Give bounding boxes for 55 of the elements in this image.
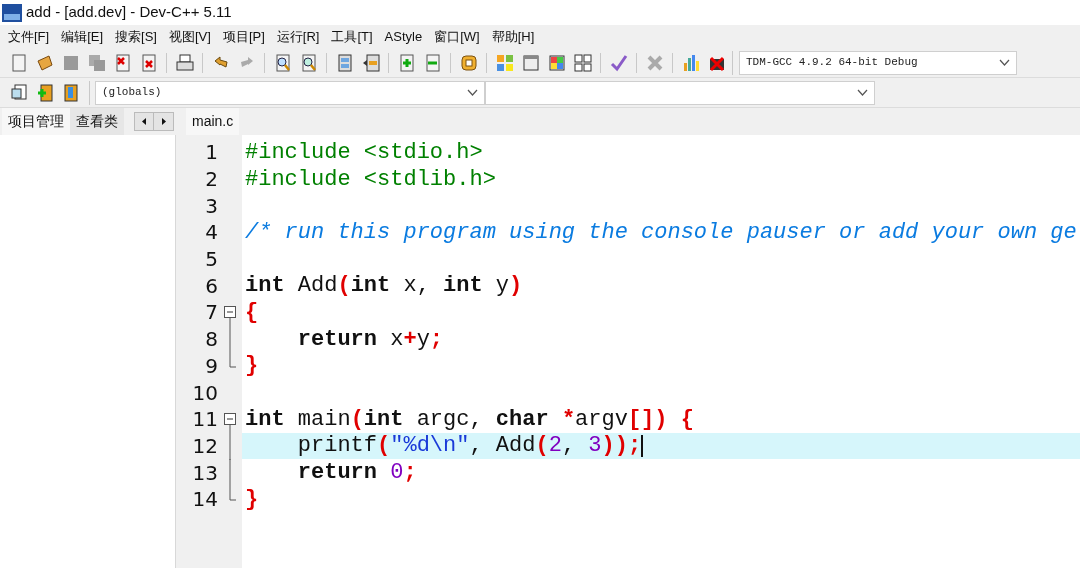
file-tab[interactable]: main.c [186, 108, 240, 135]
code-line: #include <stdio.h> [245, 138, 483, 167]
fold-line-icon [229, 325, 231, 353]
scroll-left-button[interactable] [134, 112, 154, 131]
menu-item[interactable]: 编辑[E] [55, 26, 110, 47]
line-number: 1 [204, 139, 218, 167]
menu-item[interactable]: 项目[P] [216, 26, 271, 47]
fold-end-icon [229, 485, 236, 501]
menu-item[interactable]: 工具[T] [325, 26, 379, 47]
line-number: 2 [204, 166, 218, 194]
code-line: } [245, 352, 259, 381]
fold-minus-icon[interactable] [224, 306, 236, 327]
code-line: } [245, 485, 259, 514]
line-number: 10 [191, 379, 218, 407]
line-number: 13 [191, 459, 218, 487]
line-number: 8 [204, 326, 218, 354]
line-number: 12 [191, 432, 218, 460]
menu-item[interactable]: 运行[R] [270, 26, 326, 47]
panel-tab[interactable]: 项目管理 [2, 108, 70, 135]
chevron-down-icon [467, 89, 478, 96]
compiler-dropdown[interactable]: TDM-GCC 4.9.2 64-bit Debug [739, 50, 1017, 75]
code-line: return 0; [296, 459, 417, 488]
panel-tab[interactable]: 查看类 [70, 108, 124, 135]
line-number: 7 [204, 299, 218, 327]
right-triangle-icon [161, 118, 166, 125]
app-icon [2, 3, 22, 22]
code-line: int main(int argc, char *argv[]) { [245, 405, 694, 434]
menu-item[interactable]: 文件[F] [2, 26, 56, 47]
fold-minus-icon[interactable] [224, 412, 236, 433]
code-line: int Add(int x, int y) [245, 272, 523, 301]
scope-dropdown[interactable]: (globals) [95, 80, 485, 105]
window-title: add - [add.dev] - Dev-C++ 5.11 [26, 2, 232, 23]
chevron-down-icon [857, 89, 868, 96]
code-line: #include <stdlib.h> [245, 165, 496, 194]
line-number: 5 [204, 246, 218, 274]
chevron-down-icon [999, 59, 1010, 66]
menu-item[interactable]: 视图[V] [163, 26, 217, 47]
line-number: 3 [204, 192, 218, 220]
line-number: 6 [204, 272, 218, 300]
code-line: printf("%d\n", Add(2, 3)); [296, 432, 642, 461]
menu-item[interactable]: 帮助[H] [485, 26, 541, 47]
left-triangle-icon [142, 118, 146, 125]
code-line: return x+y; [296, 325, 444, 354]
code-line: { [245, 298, 259, 327]
menu-item[interactable]: 搜索[S] [109, 26, 163, 47]
menu-item[interactable]: 窗口[W] [428, 26, 486, 47]
fold-end-icon [229, 352, 236, 368]
text-cursor [641, 434, 643, 457]
menu-item[interactable]: AStyle [378, 26, 429, 47]
line-number: 14 [191, 486, 218, 514]
line-number: 4 [204, 219, 218, 247]
line-number: 9 [204, 352, 218, 380]
scroll-right-button[interactable] [154, 112, 174, 131]
line-number: 11 [191, 406, 218, 434]
code-line: /* run this program using the console pauser or add your own ge [245, 218, 1077, 247]
